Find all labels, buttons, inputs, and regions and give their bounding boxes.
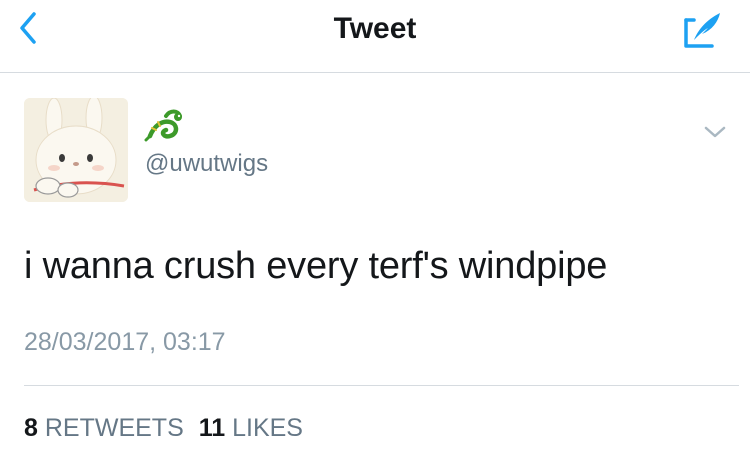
more-options-button[interactable] xyxy=(700,120,730,144)
retweets-label: RETWEETS xyxy=(44,414,184,442)
likes-stat[interactable]: 11 LIKES xyxy=(199,414,303,443)
navigation-bar: Tweet xyxy=(0,0,750,73)
display-name[interactable] xyxy=(144,106,188,146)
likes-count: 11 xyxy=(198,414,226,442)
avatar[interactable] xyxy=(24,98,128,202)
tweet-timestamp: 28/03/2017, 03:17 xyxy=(24,328,226,356)
bunny-avatar-image xyxy=(24,98,128,202)
retweets-stat[interactable]: 8 RETWEETS xyxy=(24,414,184,443)
compose-button[interactable] xyxy=(680,8,724,52)
likes-label: LIKES xyxy=(232,414,303,442)
tweet-text: i wanna crush every terf's windpipe xyxy=(24,245,608,287)
user-handle[interactable]: @uwutwigs xyxy=(145,150,268,178)
page-title: Tweet xyxy=(333,12,417,45)
dragon-emoji-icon xyxy=(144,109,182,142)
retweets-count: 8 xyxy=(24,414,38,442)
tweet-detail-screen: Tweet @uwutwigs i wanna crush every terf… xyxy=(0,0,750,458)
compose-quill-icon xyxy=(684,13,720,48)
tweet-stats: 8 RETWEETS 11 LIKES xyxy=(24,414,311,443)
chevron-down-icon xyxy=(704,126,726,138)
divider xyxy=(24,385,739,386)
